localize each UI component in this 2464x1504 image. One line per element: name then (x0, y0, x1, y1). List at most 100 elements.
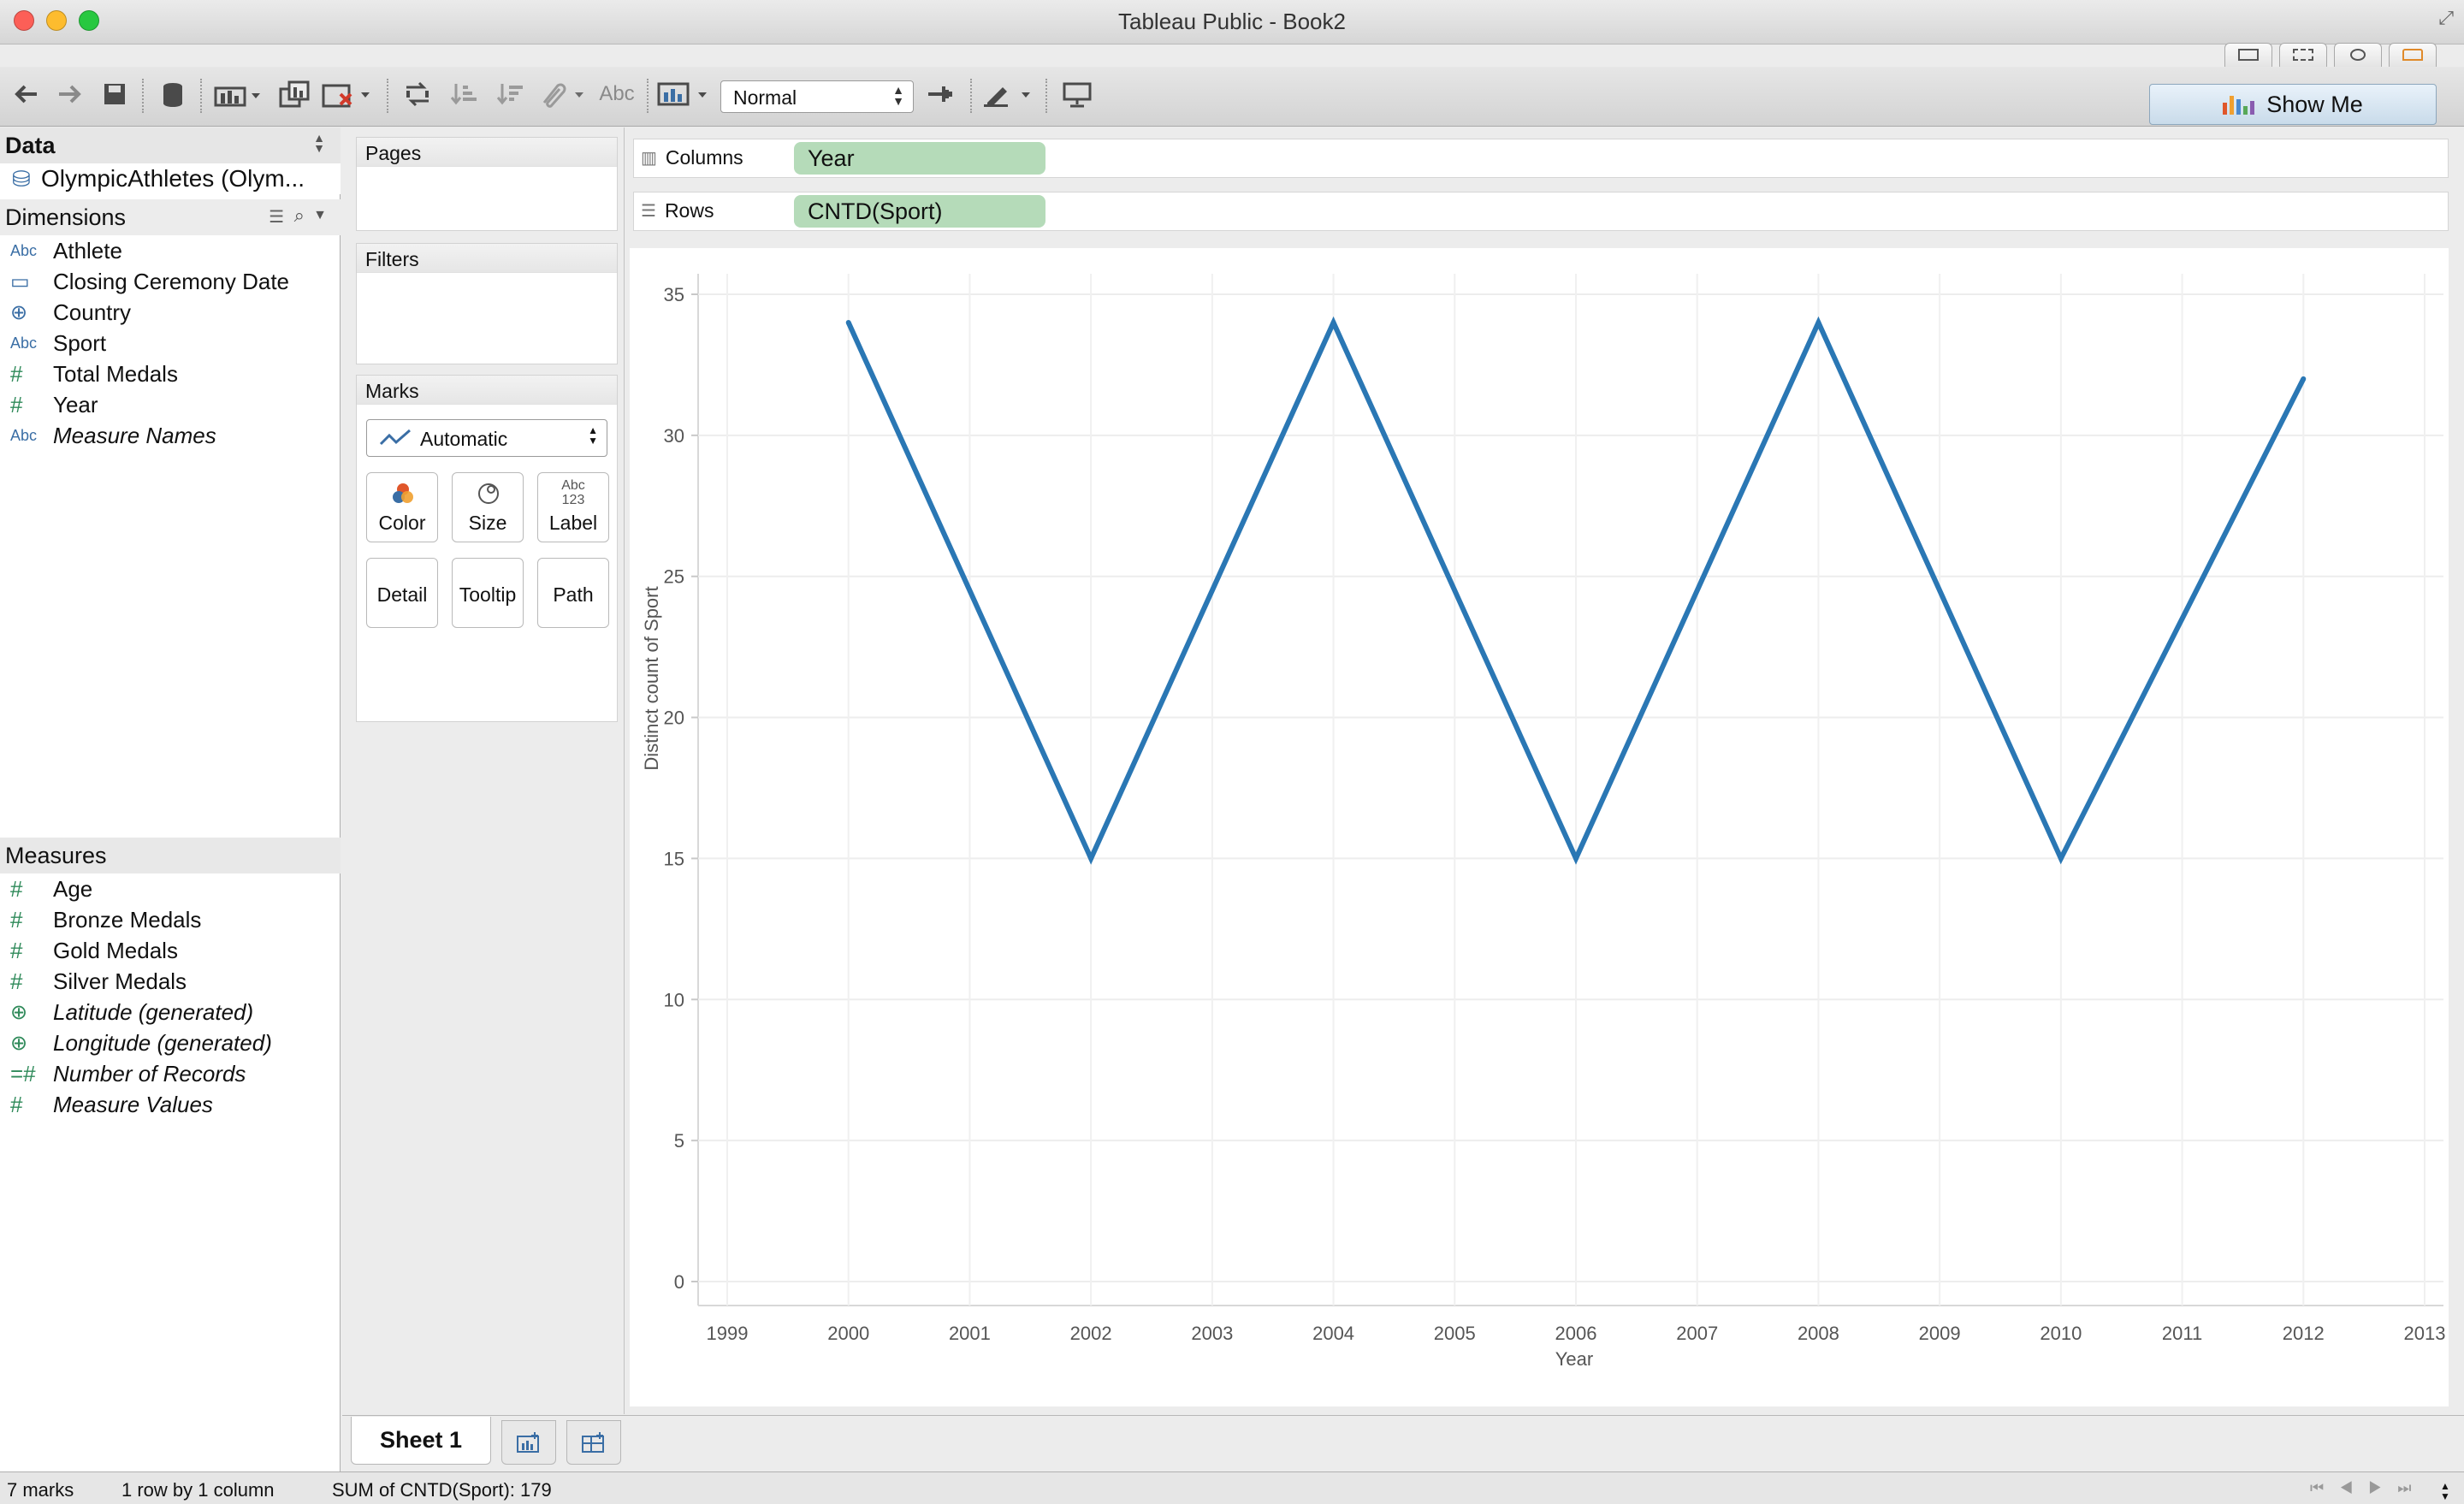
measure-item[interactable]: ⊕ Longitude (generated) (0, 1027, 341, 1058)
hash-icon: # (10, 906, 23, 933)
back-arrow-icon[interactable] (9, 79, 43, 110)
show-me-bar (2243, 106, 2248, 115)
sheet-navigation-icon[interactable]: ⏮◀▶⏭ (2310, 1479, 2427, 1497)
show-me-bar (2230, 96, 2235, 115)
x-tick-label: 2009 (1919, 1323, 1961, 1344)
abc-icon: Abc (10, 426, 38, 444)
mark-type-select[interactable]: Automatic ▲ ▼ (366, 419, 607, 457)
dimension-name: Year (53, 391, 98, 417)
datasource-name: OlympicAthletes (Olym... (41, 165, 305, 192)
duplicate-sheet-icon[interactable] (275, 79, 313, 110)
label-mark-button[interactable]: Abc 123 Label (537, 472, 609, 542)
show-mark-labels-button[interactable]: Abc (595, 79, 638, 110)
new-worksheet-icon[interactable] (212, 79, 264, 110)
home-view-tab[interactable] (2389, 43, 2437, 67)
data-point (1815, 319, 1821, 325)
pages-title: Pages (357, 138, 617, 167)
fix-axes-pin-icon[interactable] (919, 79, 962, 110)
status-marks: 7 marks (7, 1479, 74, 1501)
measure-name: Number of Records (53, 1060, 246, 1087)
x-tick-label: 2007 (1676, 1323, 1718, 1344)
x-tick-label: 2000 (827, 1323, 869, 1344)
rows-icon: ☰ (641, 202, 656, 221)
hash-icon: # (10, 968, 23, 994)
y-tick-label: 10 (664, 989, 684, 1010)
dimension-item[interactable]: # Total Medals (0, 358, 341, 389)
measure-name: Bronze Medals (53, 906, 202, 933)
save-icon[interactable] (98, 79, 132, 110)
presentation-mode-icon[interactable] (1057, 79, 1097, 110)
sort-arrows-icon[interactable]: ▲ ▼ (313, 132, 325, 154)
tooltip-mark-button[interactable]: Tooltip (452, 558, 524, 628)
fit-cards-icon[interactable] (655, 79, 714, 110)
show-me-button[interactable]: Show Me (2149, 84, 2437, 125)
hash-icon: # (10, 937, 23, 963)
measure-item[interactable]: # Age (0, 873, 341, 904)
new-dashboard-tab[interactable] (566, 1420, 621, 1465)
data-point (1330, 319, 1336, 325)
sort-ascending-icon[interactable] (445, 79, 483, 110)
y-tick-label: 25 (664, 566, 684, 588)
sheet-sorter-view-tab[interactable] (2279, 43, 2327, 67)
x-tick-label: 2013 (2404, 1323, 2446, 1344)
clear-sheet-icon[interactable] (320, 79, 375, 110)
measure-item[interactable]: # Measure Values (0, 1089, 341, 1120)
pages-card[interactable]: Pages (356, 137, 618, 231)
database-view-tab[interactable] (2334, 43, 2382, 67)
dimension-item[interactable]: Abc Measure Names (0, 420, 341, 451)
x-tick-label: 2008 (1798, 1323, 1839, 1344)
path-label: Path (553, 583, 594, 606)
line-chart[interactable]: 0 5 10 15 20 25 30 35 1999 2000 2001 2002 2003 2004 20… (630, 248, 2449, 1406)
fullscreen-icon[interactable]: ⤢ (2438, 7, 2454, 29)
sheet-tab[interactable]: Sheet 1 (351, 1417, 491, 1465)
dimension-item[interactable]: Abc Sport (0, 328, 341, 358)
detail-label: Detail (376, 583, 428, 606)
new-sheet-icon (517, 1432, 539, 1453)
dimension-item[interactable]: ▭ Closing Ceremony Date (0, 266, 341, 297)
size-label: Size (468, 512, 507, 534)
list-view-icon[interactable]: ☰ (269, 206, 284, 228)
mark-size-select[interactable]: Normal ▲ ▼ (720, 80, 914, 113)
size-mark-button[interactable]: Size (452, 472, 524, 542)
highlight-pen-icon[interactable] (980, 79, 1035, 110)
sort-descending-icon[interactable] (491, 79, 529, 110)
swap-rows-columns-icon[interactable] (399, 79, 436, 110)
new-worksheet-tab[interactable] (501, 1420, 556, 1465)
dimension-name: Closing Ceremony Date (53, 268, 290, 294)
database-icon[interactable] (156, 79, 190, 110)
columns-icon: ▥ (641, 149, 657, 168)
rows-label: Rows (664, 199, 714, 222)
show-me-bar (2250, 101, 2255, 115)
search-icon[interactable]: ⌕ (294, 204, 305, 227)
path-mark-button[interactable]: Path (537, 558, 609, 628)
measure-name: Silver Medals (53, 968, 187, 994)
cntd-sport-pill[interactable]: CNTD(Sport) (794, 195, 1045, 228)
measure-item[interactable]: # Silver Medals (0, 966, 341, 997)
year-pill[interactable]: Year (794, 142, 1045, 175)
measure-item[interactable]: ⊕ Latitude (generated) (0, 997, 341, 1027)
detail-mark-button[interactable]: Detail (366, 558, 438, 628)
columns-shelf-label: ▥ Columns (641, 146, 743, 169)
size-icon (477, 482, 500, 511)
dimension-item[interactable]: Abc Athlete (0, 235, 341, 266)
dimension-item[interactable]: ⊕ Country (0, 297, 341, 328)
sheet-tab-bar (342, 1415, 2464, 1471)
x-axis-title: Year (1555, 1348, 1593, 1370)
measure-item[interactable]: # Bronze Medals (0, 904, 341, 935)
measure-item[interactable]: =# Number of Records (0, 1058, 341, 1089)
sheet-nav-arrows-icon[interactable]: ▲ ▼ (2440, 1481, 2450, 1501)
datasource-item[interactable]: ⛁ OlympicAthletes (Olym... (0, 163, 341, 194)
measure-item[interactable]: # Gold Medals (0, 935, 341, 966)
filters-card[interactable]: Filters (356, 243, 618, 364)
forward-arrow-icon[interactable] (53, 79, 87, 110)
chevron-down-icon[interactable]: ▼ (313, 208, 327, 223)
dimension-item[interactable]: # Year (0, 389, 341, 420)
hash-icon: # (10, 360, 23, 387)
data-source-view-tab[interactable] (2224, 43, 2272, 67)
dimensions-header: Dimensions ☰ ⌕ ▼ (0, 199, 341, 235)
measure-name: Measure Values (53, 1091, 213, 1117)
y-tick-label: 30 (664, 425, 684, 447)
group-paperclip-icon[interactable] (536, 79, 587, 110)
color-mark-button[interactable]: Color (366, 472, 438, 542)
label-icon: Abc 123 (561, 478, 585, 507)
